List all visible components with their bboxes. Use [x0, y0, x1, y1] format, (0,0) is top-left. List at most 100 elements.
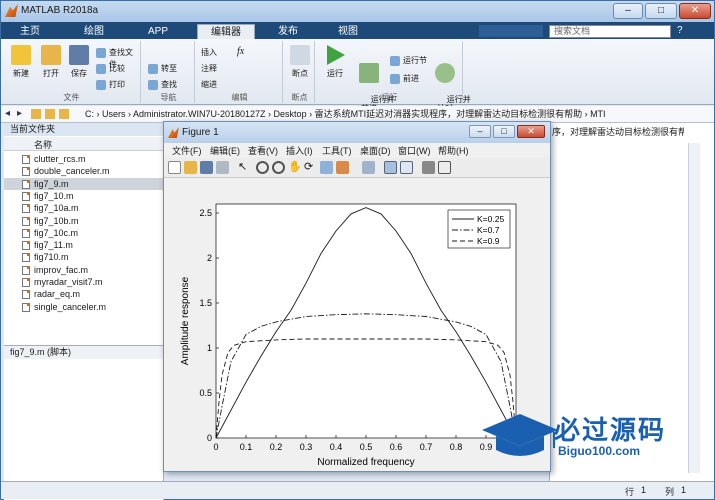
menu-desktop[interactable]: 桌面(D): [360, 145, 391, 157]
menu-file[interactable]: 文件(F): [172, 145, 202, 157]
file-row[interactable]: fig7_10a.m: [4, 202, 164, 214]
figure-minimize-button[interactable]: –: [469, 125, 491, 138]
file-row[interactable]: fig7_10c.m: [4, 227, 164, 239]
current-path[interactable]: C: › Users › Administrator.WIN7U-2018012…: [85, 108, 606, 120]
x-tick-label: 0.5: [360, 442, 373, 452]
tab-plots[interactable]: 绘图: [71, 24, 117, 39]
open-file-icon[interactable]: [184, 161, 197, 174]
goto-button[interactable]: 转至: [147, 63, 193, 75]
file-row[interactable]: double_canceler.m: [4, 165, 164, 177]
figure-menu-bar: 文件(F) 编辑(E) 查看(V) 插入(I) 工具(T) 桌面(D) 窗口(W…: [164, 144, 550, 158]
save-figure-icon[interactable]: [200, 161, 213, 174]
file-name: improv_fac.m: [34, 264, 89, 275]
menu-edit[interactable]: 编辑(E): [210, 145, 240, 157]
y-axis-label: Amplitude response: [180, 276, 191, 365]
file-row[interactable]: improv_fac.m: [4, 264, 164, 276]
rotate-icon[interactable]: ⟳: [304, 161, 317, 174]
tab-publish[interactable]: 发布: [265, 24, 311, 39]
status-bar: 行 1 列 1: [1, 481, 714, 499]
find-button[interactable]: 查找: [147, 79, 193, 91]
help-icon[interactable]: ?: [677, 25, 689, 37]
file-row[interactable]: radar_eq.m: [4, 288, 164, 300]
advance-button[interactable]: 前进: [389, 73, 429, 85]
folder-icon[interactable]: [31, 109, 41, 119]
print-figure-icon[interactable]: [216, 161, 229, 174]
breakpoints-button[interactable]: 断点: [287, 45, 313, 79]
tab-apps[interactable]: APP: [135, 24, 181, 39]
tab-view[interactable]: 视图: [325, 24, 371, 39]
menu-help[interactable]: 帮助(H): [438, 145, 469, 157]
run-button[interactable]: 运行: [321, 45, 349, 79]
maximize-button[interactable]: □: [645, 3, 677, 19]
browse-folder-icon[interactable]: [59, 109, 69, 119]
y-tick-label: 1.5: [199, 298, 212, 308]
new-icon: [11, 45, 31, 65]
file-name: myradar_visit7.m: [34, 277, 103, 287]
print-button[interactable]: 打印: [95, 79, 139, 91]
x-tick-label: 0.1: [240, 442, 253, 452]
forward-arrow-icon[interactable]: ▸: [17, 109, 27, 119]
file-name: radar_eq.m: [34, 289, 81, 300]
menu-insert[interactable]: 插入(I): [286, 145, 313, 157]
figure-title: Figure 1: [182, 127, 219, 138]
show-plot-tools-icon[interactable]: [438, 161, 451, 174]
fx-icon[interactable]: fx: [237, 46, 244, 57]
up-folder-icon[interactable]: [45, 109, 55, 119]
menu-window[interactable]: 窗口(W): [398, 145, 431, 157]
brush-icon[interactable]: [336, 161, 349, 174]
file-row[interactable]: fig7_11.m: [4, 239, 164, 251]
colorbar-icon[interactable]: [384, 161, 397, 174]
x-tick-label: 0.2: [270, 442, 283, 452]
file-row[interactable]: fig7_10b.m: [4, 215, 164, 227]
search-input[interactable]: 搜索文档: [549, 25, 671, 38]
file-row[interactable]: myradar_visit7.m: [4, 276, 164, 288]
back-arrow-icon[interactable]: ◂: [5, 109, 15, 119]
file-row[interactable]: fig7_9.m: [4, 177, 164, 190]
breakpoint-icon: [290, 45, 310, 65]
file-row[interactable]: fig7_10.m: [4, 190, 164, 202]
run-advance-icon: [359, 63, 379, 83]
find-files-button[interactable]: 查找文件: [95, 47, 139, 69]
zoom-out-icon[interactable]: [272, 161, 285, 174]
legend[interactable]: K=0.25K=0.7K=0.9: [447, 209, 511, 249]
new-button[interactable]: 新建: [7, 45, 35, 79]
file-row[interactable]: single_canceler.m: [4, 301, 164, 313]
save-button[interactable]: 保存: [65, 45, 93, 79]
run-section-button[interactable]: 运行节: [389, 55, 429, 67]
indent-button[interactable]: 缩进: [201, 79, 217, 90]
zoom-in-icon[interactable]: [256, 161, 269, 174]
file-row[interactable]: clutter_rcs.m: [4, 153, 164, 165]
open-label: 打开: [43, 69, 59, 78]
comment-button[interactable]: 注释: [201, 63, 217, 74]
pointer-icon[interactable]: ↖: [238, 161, 251, 174]
new-figure-icon[interactable]: [168, 161, 181, 174]
compare-button[interactable]: 比较: [95, 63, 139, 75]
figure-close-button[interactable]: ✕: [517, 125, 545, 138]
column-header[interactable]: 名称: [4, 137, 164, 151]
file-row[interactable]: fig710.m: [4, 251, 164, 263]
figure-maximize-button[interactable]: □: [493, 125, 515, 138]
quick-access-toolbar[interactable]: [479, 25, 543, 37]
legend-icon[interactable]: [400, 161, 413, 174]
pan-icon[interactable]: ✋: [288, 161, 302, 174]
hide-plot-tools-icon[interactable]: [422, 161, 435, 174]
matlab-logo-icon: [5, 4, 18, 17]
tab-editor[interactable]: 编辑器: [197, 24, 255, 39]
minimize-button[interactable]: –: [613, 3, 643, 19]
y-tick-label: 2.5: [199, 208, 212, 218]
file-name: fig7_11.m: [34, 240, 73, 251]
open-button[interactable]: 打开: [37, 45, 65, 79]
legend-entry: K=0.7: [477, 225, 500, 235]
data-cursor-icon[interactable]: [320, 161, 333, 174]
save-label: 保存: [71, 69, 87, 78]
insert-button[interactable]: 插入: [201, 47, 217, 58]
watermark-url: Biguo100.com: [558, 444, 641, 458]
x-tick-label: 0.4: [330, 442, 343, 452]
close-button[interactable]: ✕: [679, 3, 711, 19]
menu-tools[interactable]: 工具(T): [322, 145, 352, 157]
legend-entry: K=0.25: [477, 214, 504, 224]
tab-home[interactable]: 主页: [7, 24, 53, 39]
link-plot-icon[interactable]: [362, 161, 375, 174]
file-name: fig7_10c.m: [34, 227, 79, 238]
menu-view[interactable]: 查看(V): [248, 145, 278, 157]
